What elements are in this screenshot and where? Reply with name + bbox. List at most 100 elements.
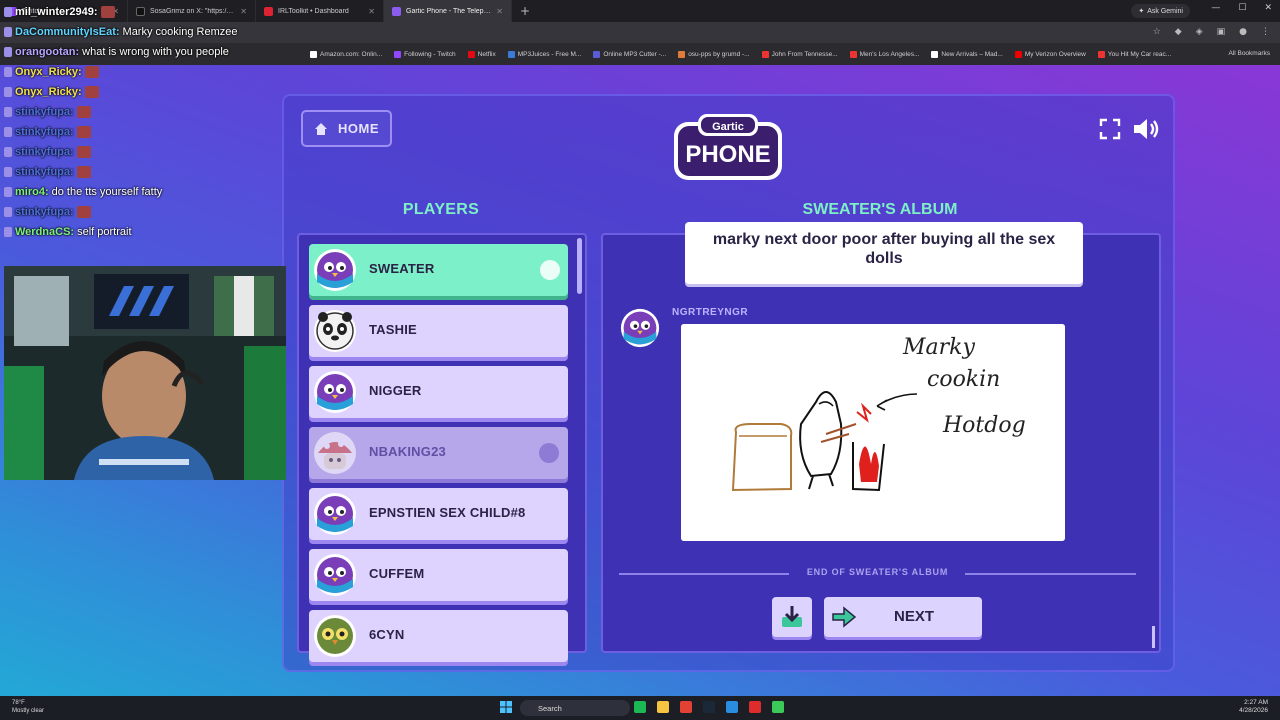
bookmark[interactable]: Men's Los Angeles... xyxy=(849,50,920,58)
chat-badge-icon xyxy=(4,187,12,197)
drawing-word: Hotdog xyxy=(942,413,1026,438)
minimize-icon[interactable]: — xyxy=(1211,3,1220,13)
weather-desc: Mostly clear xyxy=(12,708,45,714)
close-icon[interactable]: ✕ xyxy=(496,7,503,16)
chat-emote-icon xyxy=(84,86,99,98)
owl-avatar-icon xyxy=(314,615,356,657)
next-button[interactable]: NEXT xyxy=(824,597,982,637)
extension-icon[interactable]: ◆ xyxy=(1175,27,1182,37)
logo-top-text: Gartic xyxy=(712,121,744,133)
chat-message: WerdnaCS: self portrait xyxy=(4,222,324,242)
chat-message: Onyx_Ricky: xyxy=(4,62,324,82)
bookmark-label: New Arrivals – Mad... xyxy=(941,50,1003,58)
bird-avatar-icon xyxy=(314,493,356,535)
shield-icon[interactable]: ◈ xyxy=(1196,27,1203,37)
bookmark-label: John From Tennesse... xyxy=(771,50,838,58)
chat-badge-icon xyxy=(4,127,12,137)
player-row[interactable]: 6CYN xyxy=(309,610,568,662)
bookmark[interactable]: Netflix xyxy=(467,50,496,58)
chat-username: stinkyfupa: xyxy=(15,106,74,118)
chat-badge-icon xyxy=(4,107,12,117)
bookmark[interactable]: Following - Twitch xyxy=(394,50,456,58)
player-name: NBAKING23 xyxy=(369,444,446,459)
mushroom-avatar-icon xyxy=(314,432,356,474)
bookmark-label: Following - Twitch xyxy=(404,50,456,58)
drawing-author: NGRTREYNGR xyxy=(672,307,749,318)
gartic-icon xyxy=(392,6,401,16)
bookmark[interactable]: My Verizon Overview xyxy=(1014,50,1086,58)
players-scrollbar[interactable] xyxy=(577,238,582,294)
bookmark[interactable]: osu-pps by grumd -... xyxy=(678,50,750,58)
folder-icon[interactable] xyxy=(657,701,669,713)
chat-message: stinkyfupa: xyxy=(4,202,324,222)
bookmark[interactable]: MP3Juices - Free M... xyxy=(507,50,581,58)
player-row[interactable]: SWEATER xyxy=(309,244,568,296)
bookmark-label: Netflix xyxy=(477,50,496,58)
album-scrollbar[interactable] xyxy=(1152,626,1155,648)
new-tab-button[interactable]: + xyxy=(512,4,538,18)
chrome-icon[interactable] xyxy=(680,701,692,713)
chat-username: WerdnaCS: xyxy=(15,226,75,238)
player-row[interactable]: TASHIE xyxy=(309,305,568,357)
chat-emote-icon xyxy=(76,206,91,218)
chat-message: orangootan: what is wrong with you people xyxy=(4,42,324,62)
taskbar-search[interactable]: Search xyxy=(520,700,630,716)
chat-username: mil_winter2949: xyxy=(15,6,98,18)
bookmark[interactable]: New Arrivals – Mad... xyxy=(931,50,1003,58)
chat-username: Onyx_Ricky: xyxy=(15,66,82,78)
bookmark[interactable]: John From Tennesse... xyxy=(761,50,838,58)
spotify-icon[interactable] xyxy=(634,701,646,713)
chat-emote-icon xyxy=(76,106,91,118)
menu-icon[interactable]: ⋮ xyxy=(1261,27,1270,37)
ask-gemini-label: Ask Gemini xyxy=(1147,7,1183,15)
crown-icon xyxy=(540,260,560,280)
player-name: EPNSTIEN SEX CHILD#8 xyxy=(369,505,526,520)
close-icon[interactable]: ✕ xyxy=(368,7,375,16)
maximize-icon[interactable]: ☐ xyxy=(1238,3,1246,13)
bookmark-label: Men's Los Angeles... xyxy=(859,50,920,58)
windows-start-icon[interactable] xyxy=(500,701,512,713)
chat-message: stinkyfupa: xyxy=(4,122,324,142)
chat-username: DaCommunityIsEat: xyxy=(15,26,120,38)
store-icon[interactable] xyxy=(726,701,738,713)
player-row[interactable]: CUFFEM xyxy=(309,549,568,601)
all-bookmarks[interactable]: All Bookmarks xyxy=(1228,50,1270,57)
weather-widget[interactable]: 78°F Mostly clear xyxy=(12,699,44,715)
app-icon[interactable] xyxy=(772,701,784,713)
fullscreen-icon[interactable] xyxy=(1099,118,1121,140)
profile-icon[interactable]: ● xyxy=(1239,27,1247,37)
bird-avatar-icon xyxy=(314,249,356,291)
player-row[interactable]: NBAKING23 xyxy=(309,427,568,479)
puzzle-icon[interactable]: ▣ xyxy=(1217,27,1226,37)
chat-message: miro4: do the tts yourself fatty xyxy=(4,182,324,202)
chat-message: stinkyfupa: xyxy=(4,102,324,122)
player-name: NIGGER xyxy=(369,383,422,398)
next-label: NEXT xyxy=(894,608,935,625)
steam-icon[interactable] xyxy=(703,701,715,713)
volume-icon[interactable] xyxy=(1132,117,1160,141)
close-window-icon[interactable]: ✕ xyxy=(1264,3,1272,13)
sparkle-icon: ✦ xyxy=(1138,8,1145,15)
chat-badge-icon xyxy=(4,67,12,77)
player-row[interactable]: EPNSTIEN SEX CHILD#8 xyxy=(309,488,568,540)
gartic-phone-logo: Gartic PHONE xyxy=(674,114,782,180)
app-icon[interactable] xyxy=(749,701,761,713)
taskbar-clock[interactable]: 2:27 AM 4/28/2026 xyxy=(1239,699,1268,715)
star-icon[interactable]: ☆ xyxy=(1153,27,1161,37)
bookmark-label: Online MP3 Cutter -... xyxy=(603,50,667,58)
ask-gemini-button[interactable]: ✦ Ask Gemini xyxy=(1131,4,1190,18)
player-drawing: Marky cookin Hotdog xyxy=(681,324,1065,541)
clock-date: 4/28/2026 xyxy=(1239,707,1268,714)
download-button[interactable] xyxy=(772,597,812,637)
chat-username: stinkyfupa: xyxy=(15,166,74,178)
chat-badge-icon xyxy=(4,47,12,57)
toolbar-icons: ☆ ◆ ◈ ▣ ● ⋮ xyxy=(1153,27,1270,37)
players-heading: PLAYERS xyxy=(402,201,480,218)
browser-tab-active[interactable]: Gartic Phone - The Telephone G ✕ xyxy=(384,0,512,22)
chat-emote-icon xyxy=(100,6,115,18)
chat-emote-icon xyxy=(76,146,91,158)
bookmark[interactable]: You Hit My Car reac... xyxy=(1097,50,1171,58)
player-row[interactable]: NIGGER xyxy=(309,366,568,418)
bookmark[interactable]: Online MP3 Cutter -... xyxy=(593,50,667,58)
webcam-feed xyxy=(4,266,286,480)
